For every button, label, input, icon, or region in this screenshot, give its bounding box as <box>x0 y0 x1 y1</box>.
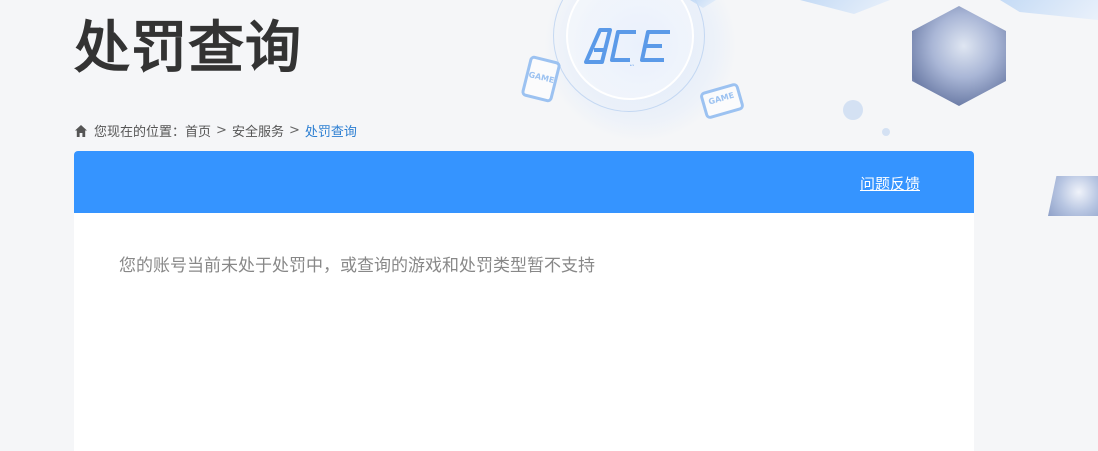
deco-dot <box>843 100 863 120</box>
deco-shard <box>690 0 716 8</box>
panel-body: 您的账号当前未处于处罚中，或查询的游戏和处罚类型暂不支持 <box>74 213 974 314</box>
ace-logo: ACE <box>584 28 670 67</box>
breadcrumb-current: 处罚查询 <box>304 125 357 140</box>
ace-ring <box>566 0 694 100</box>
breadcrumb-home[interactable]: 首页 <box>185 121 211 140</box>
deco-shard <box>800 0 890 14</box>
character-avatar-hex <box>912 6 1006 106</box>
status-message: 您的账号当前未处于处罚中，或查询的游戏和处罚类型暂不支持 <box>119 256 595 276</box>
feedback-link[interactable]: 问题反馈 <box>860 173 920 194</box>
deco-dot <box>882 128 890 136</box>
breadcrumb-security-services[interactable]: 安全服务 <box>232 121 284 140</box>
ace-ring-outer <box>553 0 705 112</box>
page-title: 处罚查询 <box>74 16 302 81</box>
breadcrumb-separator: > <box>288 123 300 138</box>
panel-header: 问题反馈 <box>74 151 974 213</box>
ace-glow <box>545 0 735 140</box>
penalty-query-panel: 问题反馈 您的账号当前未处于处罚中，或查询的游戏和处罚类型暂不支持 <box>74 151 974 451</box>
character-avatar-small <box>1048 176 1098 216</box>
breadcrumb-prefix: 您现在的位置： <box>94 125 186 140</box>
ace-logo-text: ACE <box>630 64 635 67</box>
deco-shard <box>1000 0 1098 20</box>
breadcrumb: 您现在的位置： 首页 > 安全服务 > 处罚查询 <box>74 121 357 140</box>
game-tag-left: GAME <box>520 54 562 104</box>
home-icon <box>75 124 87 137</box>
breadcrumb-separator: > <box>216 123 227 138</box>
game-tag-right: GAME <box>698 82 746 120</box>
